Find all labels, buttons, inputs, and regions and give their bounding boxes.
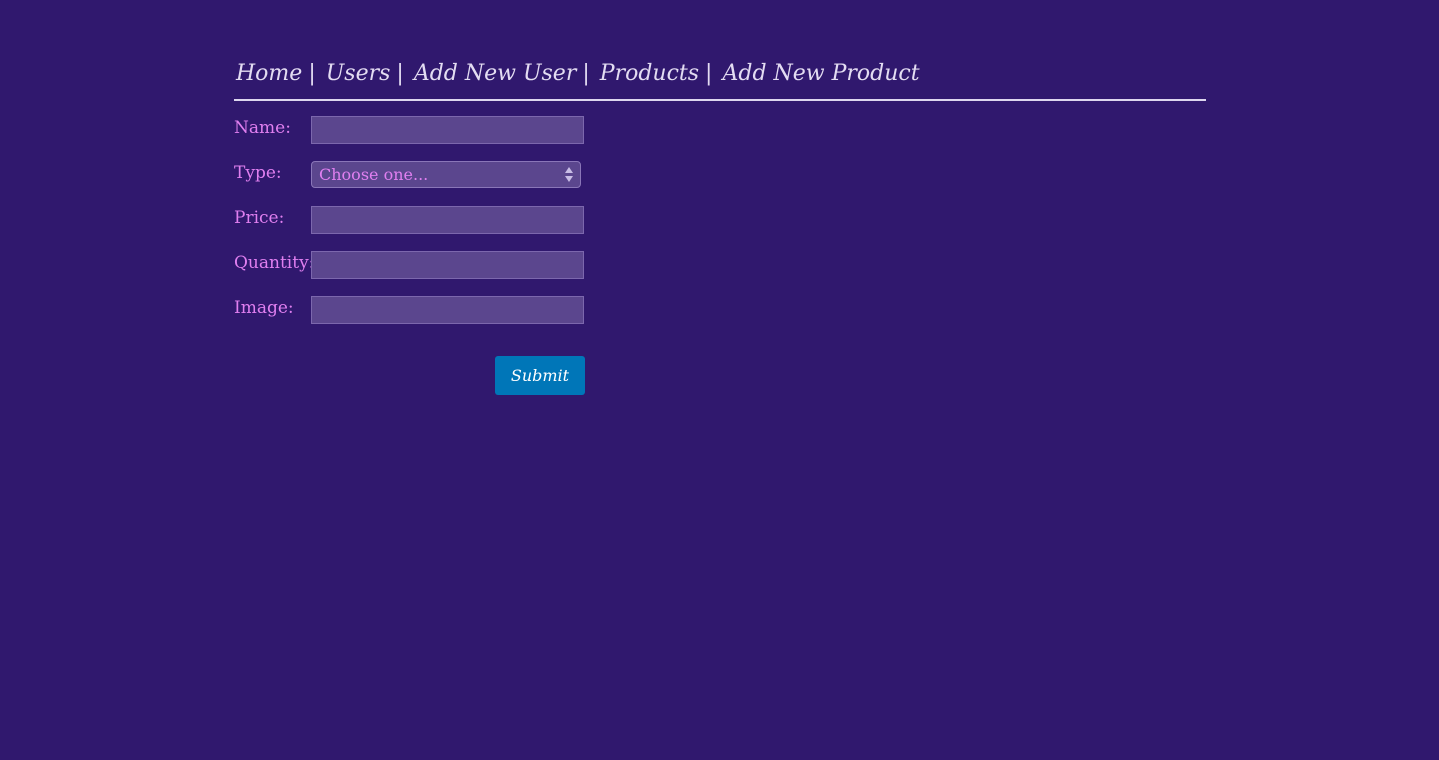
price-input[interactable] bbox=[311, 206, 584, 234]
quantity-input[interactable] bbox=[311, 251, 584, 279]
type-select-value: Choose one... bbox=[319, 165, 429, 184]
type-label: Type: bbox=[234, 163, 282, 183]
nav-link-add-new-user[interactable]: Add New User bbox=[414, 61, 577, 86]
nav-separator: | bbox=[308, 60, 316, 86]
type-select[interactable]: Choose one... bbox=[311, 161, 581, 188]
submit-button[interactable]: Submit bbox=[495, 356, 585, 395]
name-label: Name: bbox=[234, 118, 291, 138]
nav-link-users[interactable]: Users bbox=[326, 61, 391, 86]
nav-separator: | bbox=[396, 60, 404, 86]
select-arrows-icon bbox=[565, 167, 573, 182]
image-label: Image: bbox=[234, 298, 294, 318]
image-input[interactable] bbox=[311, 296, 584, 324]
name-input[interactable] bbox=[311, 116, 584, 144]
main-nav: Home | Users | Add New User | Products |… bbox=[236, 56, 920, 90]
nav-link-add-new-product[interactable]: Add New Product bbox=[722, 61, 919, 86]
nav-separator: | bbox=[582, 60, 590, 86]
page: Home | Users | Add New User | Products |… bbox=[0, 0, 1439, 760]
nav-separator: | bbox=[705, 60, 713, 86]
nav-link-products[interactable]: Products bbox=[600, 61, 699, 86]
nav-divider bbox=[234, 99, 1206, 101]
nav-link-home[interactable]: Home bbox=[236, 61, 302, 86]
quantity-label: Quantity: bbox=[234, 253, 315, 273]
price-label: Price: bbox=[234, 208, 285, 228]
